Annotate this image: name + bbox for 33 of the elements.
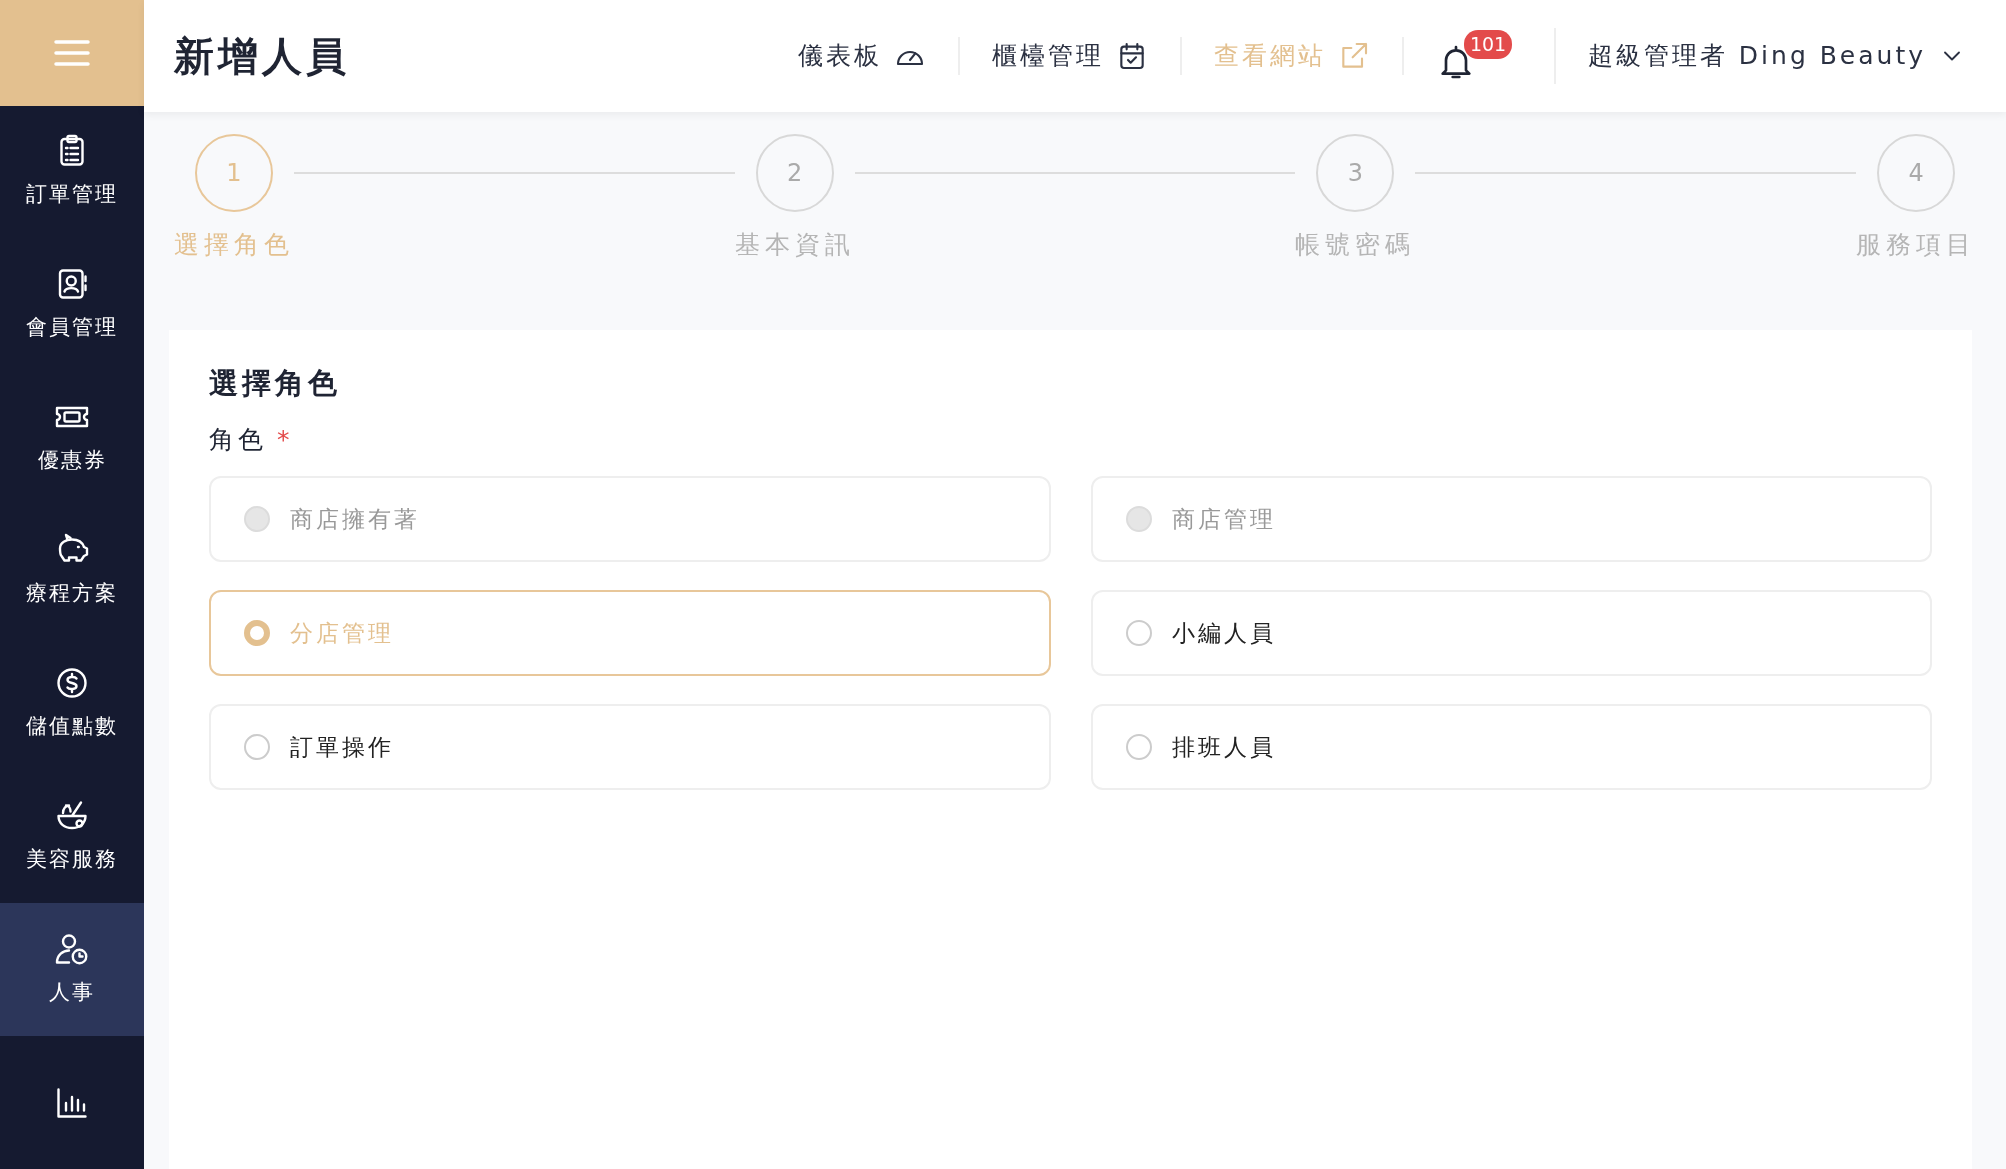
dollar-coin-icon (54, 665, 90, 701)
step-circle: 1 (195, 134, 273, 212)
step-circle: 3 (1316, 134, 1395, 212)
step-label: 選擇角色 (174, 229, 294, 261)
required-mark: * (277, 424, 294, 454)
section-title: 選擇角色 (209, 366, 342, 401)
page-title: 新增人員 (174, 32, 350, 80)
role-option[interactable]: 小編人員 (1090, 590, 1932, 677)
step-circle: 4 (1877, 134, 1955, 212)
step-circle: 2 (755, 134, 834, 212)
role-option[interactable]: 訂單操作 (209, 704, 1051, 791)
sidebar-item[interactable]: 療程方案 (0, 504, 144, 638)
nav-link[interactable]: 櫃檯管理 (959, 37, 1182, 75)
role-option[interactable]: 排班人員 (1090, 704, 1932, 791)
step-label: 帳號密碼 (1295, 229, 1416, 261)
sidebar-item[interactable]: 會員管理 (0, 238, 144, 372)
notification-count: 101 (1463, 30, 1513, 59)
step-label: 基本資訊 (734, 229, 855, 261)
sidebar-item[interactable]: 美容服務 (0, 770, 144, 904)
notification-button[interactable]: 101 (1435, 28, 1522, 84)
radio-button[interactable] (244, 734, 270, 761)
sidebar-item[interactable]: 優惠券 (0, 371, 144, 505)
step-label: 服務項目 (1856, 229, 1976, 261)
sidebar-item[interactable]: 人事 (0, 903, 144, 1037)
radio-button[interactable] (1125, 734, 1152, 761)
nav-link[interactable]: 儀表板 (765, 37, 960, 75)
sidebar-item[interactable]: 儲值點數 (0, 637, 144, 771)
radio-button[interactable] (1125, 620, 1152, 647)
menu-button[interactable] (0, 0, 144, 106)
radio-button[interactable] (244, 620, 270, 647)
user-menu[interactable]: 超級管理者 Ding Beauty (1555, 37, 1966, 75)
field-label: 角色 (209, 424, 267, 454)
sidebar-item[interactable]: 訂單管理 (0, 105, 144, 239)
